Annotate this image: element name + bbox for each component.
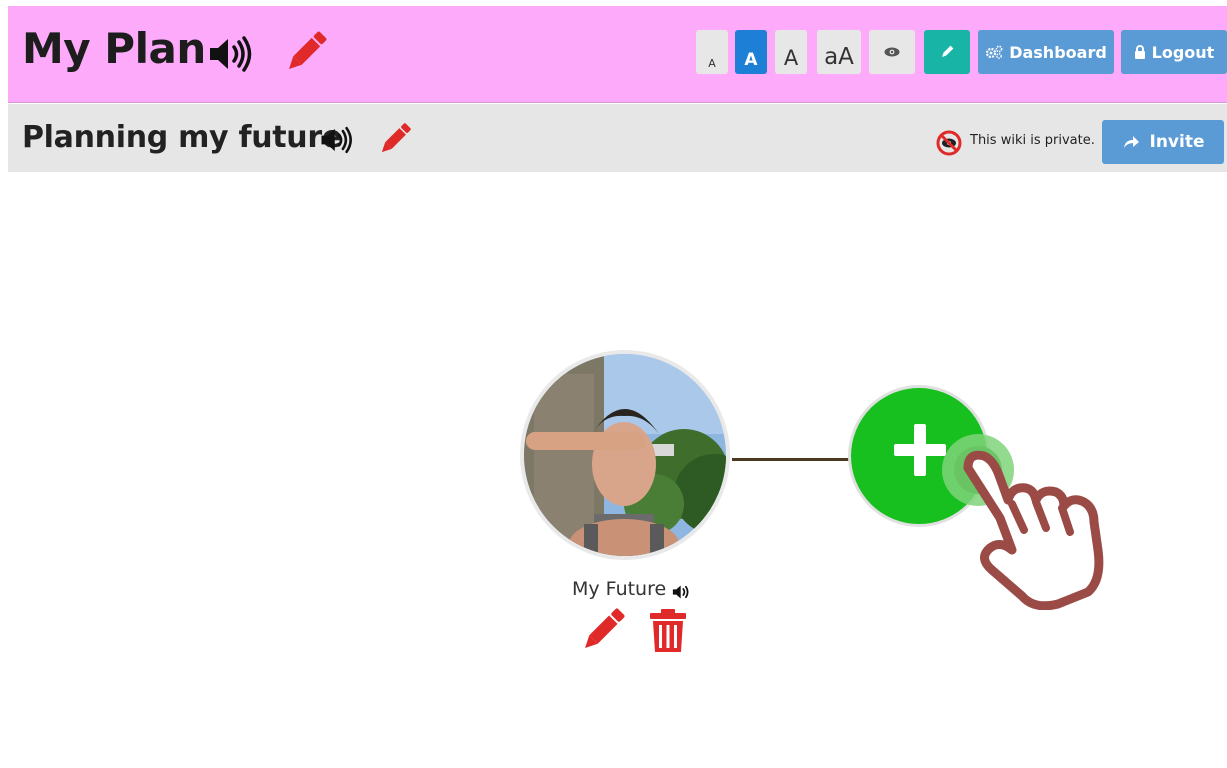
app-title: My Plan	[22, 24, 206, 73]
photo-image	[524, 354, 726, 556]
logout-button[interactable]: Logout	[1121, 30, 1227, 74]
wiki-title: Planning my future	[22, 120, 342, 155]
font-size-xs-button[interactable]: A	[696, 30, 728, 74]
eye-icon	[884, 47, 900, 57]
node-label: My Future	[572, 578, 667, 600]
privacy-status: This wiki is private.	[970, 133, 1095, 148]
logout-label: Logout	[1151, 42, 1215, 62]
edit-mode-button[interactable]	[924, 30, 970, 74]
invite-button[interactable]: Invite	[1102, 120, 1224, 164]
speaker-icon[interactable]	[672, 584, 692, 600]
dashboard-label: Dashboard	[1009, 42, 1107, 62]
trash-icon[interactable]	[647, 608, 689, 654]
pointing-hand-icon	[942, 434, 1104, 610]
font-size-sm-button[interactable]: A	[735, 30, 767, 74]
left-margin	[0, 0, 8, 768]
font-size-md-button[interactable]: A	[775, 30, 807, 74]
speaker-icon[interactable]	[208, 36, 254, 72]
wiki-header: Planning my future This wiki is private.…	[8, 104, 1227, 172]
node-connector	[732, 458, 852, 461]
gears-icon	[986, 45, 1003, 59]
lock-icon	[1134, 45, 1145, 59]
dashboard-button[interactable]: Dashboard	[978, 30, 1114, 74]
private-eye-icon	[936, 130, 962, 156]
edit-node-pencil-icon[interactable]	[578, 608, 626, 654]
pencil-icon[interactable]	[378, 122, 412, 156]
pencil-icon[interactable]	[284, 30, 328, 74]
view-mode-button[interactable]	[869, 30, 915, 74]
node-photo[interactable]	[520, 350, 730, 560]
share-arrow-icon	[1123, 136, 1139, 148]
invite-label: Invite	[1149, 132, 1205, 152]
speaker-icon[interactable]	[320, 126, 354, 154]
pencil-icon	[942, 45, 954, 57]
font-size-lg-button[interactable]: aA	[817, 30, 861, 74]
app-header: My Plan A A A aA Dashboard Logout	[8, 6, 1227, 103]
